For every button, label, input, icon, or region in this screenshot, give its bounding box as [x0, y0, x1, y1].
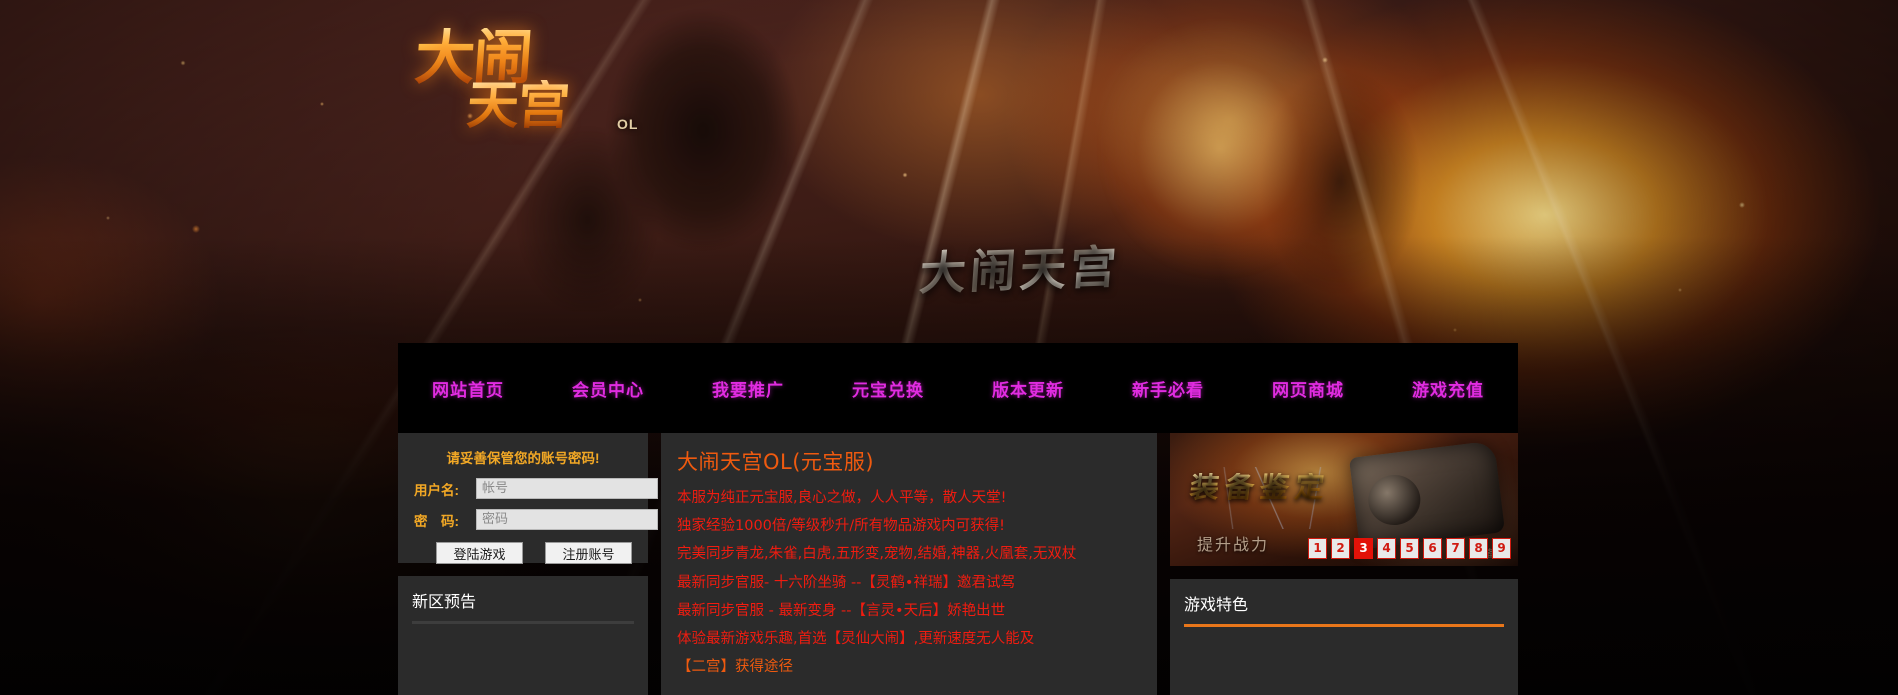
login-security-tip: 请妥善保管您的账号密码!: [446, 451, 600, 466]
pagination-page-7[interactable]: 7: [1446, 538, 1465, 559]
article-line-6: 体验最新游戏乐趣,首选【灵仙大闹】,更新速度无人能及: [677, 631, 1035, 648]
nav-item-ingot-exchange[interactable]: 元宝兑换: [818, 376, 958, 401]
article-line-7: 【二宫】获得途径: [677, 659, 793, 676]
new-server-preview-title: 新区预告: [412, 592, 477, 611]
content-columns: 请妥善保管您的账号密码! 用户名: 密 码: 登陆游戏 注册账号 新区预告: [398, 433, 1518, 695]
pagination-page-8[interactable]: 8: [1469, 538, 1488, 559]
equipment-banner-title: 装备鉴定: [1187, 470, 1333, 504]
login-button-group: 登陆游戏 注册账号: [414, 542, 632, 564]
article-title: 大闹天宫OL(元宝服): [677, 450, 875, 474]
pagination-page-9[interactable]: 9: [1492, 538, 1511, 559]
creature-silhouette-right-decoration: [1040, 0, 1440, 330]
game-features-panel: 游戏特色: [1170, 579, 1518, 695]
pagination-page-5[interactable]: 5: [1400, 538, 1419, 559]
nav-item-home[interactable]: 网站首页: [398, 376, 538, 401]
article-line-3: 完美同步青龙,朱雀,白虎,五形变,宠物,结婚,神器,火凰套,无双杖: [677, 546, 1077, 563]
username-input[interactable]: [476, 478, 658, 499]
new-server-preview-panel: 新区预告: [398, 576, 648, 695]
creature-silhouette-left-decoration: [505, 10, 835, 310]
equipment-banner-subtitle: 提升战力: [1197, 535, 1270, 554]
content-shell: 网站首页 会员中心 我要推广 元宝兑换 版本更新 新手必看 网页商城 游戏充值 …: [398, 343, 1518, 695]
nav-item-web-store[interactable]: 网页商城: [1238, 376, 1378, 401]
login-panel: 请妥善保管您的账号密码! 用户名: 密 码: 登陆游戏 注册账号: [398, 433, 658, 564]
game-features-rule: [1184, 624, 1504, 627]
pagination-page-6[interactable]: 6: [1423, 538, 1442, 559]
password-input[interactable]: [476, 509, 658, 530]
username-row: 用户名:: [414, 478, 658, 499]
register-button[interactable]: 注册账号: [545, 542, 632, 564]
announcement-article: 大闹天宫OL(元宝服) 本服为纯正元宝服,良心之做，人人平等，散人天堂! 独家经…: [661, 433, 1157, 695]
pagination-page-3[interactable]: 3: [1354, 538, 1373, 559]
nav-item-promote[interactable]: 我要推广: [678, 376, 818, 401]
equipment-appraisal-banner[interactable]: 装备鉴定 提升战力 装备 1 2 3 4 5 6 7 8 9: [1170, 433, 1518, 566]
new-server-preview-rule: [412, 621, 634, 624]
article-line-2: 独家经验1000倍/等级秒升/所有物品游戏内可获得!: [677, 518, 1005, 535]
login-button[interactable]: 登陆游戏: [436, 542, 523, 564]
pagination-page-4[interactable]: 4: [1377, 538, 1396, 559]
article-line-1: 本服为纯正元宝服,良心之做，人人平等，散人天堂!: [677, 490, 1007, 506]
article-line-5: 最新同步官服 - 最新变身 --【言灵•天后】娇艳出世: [677, 602, 1006, 619]
pagination-page-2[interactable]: 2: [1331, 538, 1350, 559]
left-column: 请妥善保管您的账号密码! 用户名: 密 码: 登陆游戏 注册账号 新区预告: [398, 433, 658, 695]
pagination-page-1[interactable]: 1: [1308, 538, 1327, 559]
nav-item-version-update[interactable]: 版本更新: [958, 376, 1098, 401]
nav-item-recharge[interactable]: 游戏充值: [1378, 376, 1518, 401]
nav-item-member-center[interactable]: 会员中心: [538, 376, 678, 401]
banner-pagination: 1 2 3 4 5 6 7 8 9: [1308, 538, 1511, 559]
password-row: 密 码:: [414, 509, 658, 530]
password-label: 密 码:: [414, 513, 459, 529]
nav-item-beginner-guide[interactable]: 新手必看: [1098, 376, 1238, 401]
article-line-4: 最新同步官服- 十六阶坐骑 --【灵鹤•祥瑞】邀君试驾: [677, 574, 1015, 591]
main-navigation: 网站首页 会员中心 我要推广 元宝兑换 版本更新 新手必看 网页商城 游戏充值: [398, 343, 1518, 433]
gauntlet-artwork-icon: [1348, 440, 1506, 550]
username-label: 用户名:: [414, 482, 459, 498]
right-column: 装备鉴定 提升战力 装备 1 2 3 4 5 6 7 8 9 游戏特色: [1170, 433, 1518, 695]
game-features-title: 游戏特色: [1184, 595, 1249, 614]
middle-column: 大闹天宫OL(元宝服) 本服为纯正元宝服,良心之做，人人平等，散人天堂! 独家经…: [661, 433, 1157, 695]
